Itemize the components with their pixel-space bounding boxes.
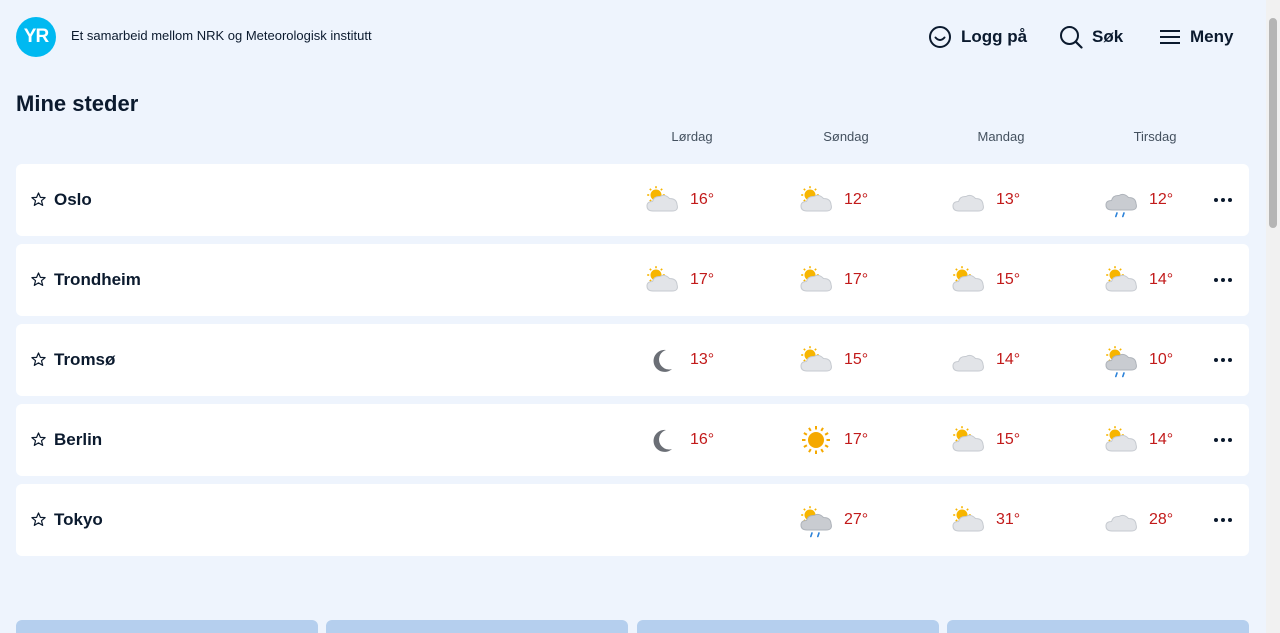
site-header: YR Et samarbeid mellom NRK og Meteorolog…	[0, 0, 1266, 80]
bottom-card[interactable]	[326, 620, 628, 633]
bottom-card[interactable]	[947, 620, 1249, 633]
menu-button[interactable]: Meny	[1159, 24, 1233, 50]
search-label: Søk	[1092, 27, 1124, 46]
forecast-cell[interactable]: 16°	[644, 418, 784, 462]
location-row[interactable]: Tokyo 27° 31° 28°	[16, 484, 1249, 556]
search-button[interactable]: Søk	[1059, 24, 1123, 50]
more-options-icon[interactable]	[1213, 192, 1233, 208]
login-button[interactable]: Logg på	[928, 24, 1027, 50]
forecast-cell[interactable]: 31°	[950, 498, 1090, 542]
partly-cloudy-icon	[952, 266, 984, 292]
temperature: 12°	[844, 191, 869, 208]
day-header-3: Mandag	[977, 129, 1025, 144]
scrollbar[interactable]	[1266, 0, 1280, 633]
temperature: 10°	[1149, 351, 1174, 368]
moon-icon	[653, 429, 672, 452]
hamburger-icon	[1160, 30, 1180, 44]
temperature: 17°	[844, 271, 869, 288]
temperature: 13°	[690, 351, 715, 368]
temperature: 16°	[690, 191, 715, 208]
temperature: 14°	[1149, 431, 1174, 448]
star-icon[interactable]	[30, 271, 47, 288]
partly-cloudy-icon	[800, 346, 832, 372]
temperature: 13°	[996, 191, 1021, 208]
partly-cloudy-icon	[800, 186, 832, 212]
star-icon[interactable]	[30, 431, 47, 448]
more-options-icon[interactable]	[1213, 432, 1233, 448]
partly-cloudy-icon	[952, 426, 984, 452]
forecast-cell[interactable]: 12°	[798, 178, 938, 222]
more-options-icon[interactable]	[1213, 352, 1233, 368]
bottom-card[interactable]	[16, 620, 318, 633]
forecast-cell[interactable]: 15°	[950, 258, 1090, 302]
forecast-cell[interactable]: 13°	[644, 338, 784, 382]
partly-cloudy-icon	[1105, 266, 1137, 292]
partly-cloudy-icon	[646, 266, 678, 292]
forecast-cell[interactable]: 16°	[644, 178, 784, 222]
location-name[interactable]: Trondheim	[54, 270, 141, 290]
day-header-1: Lørdag	[671, 129, 713, 144]
location-row[interactable]: Trondheim 17° 17° 15° 14°	[16, 244, 1249, 316]
temperature: 17°	[690, 271, 715, 288]
day-header-2: Søndag	[823, 129, 869, 144]
forecast-cell[interactable]: 15°	[798, 338, 938, 382]
temperature: 16°	[690, 431, 715, 448]
temperature: 15°	[996, 271, 1021, 288]
forecast-cell[interactable]: 13°	[950, 178, 1090, 222]
temperature: 12°	[1149, 191, 1174, 208]
temperature: 28°	[1149, 511, 1174, 528]
temperature: 15°	[844, 351, 869, 368]
header-tagline: Et samarbeid mellom NRK og Meteorologisk…	[71, 28, 372, 43]
login-label: Logg på	[961, 27, 1028, 46]
star-icon[interactable]	[30, 191, 47, 208]
temperature: 14°	[996, 351, 1021, 368]
sun-rain-cloud-icon	[1105, 346, 1137, 378]
star-icon[interactable]	[30, 511, 47, 528]
cloud-icon	[1105, 514, 1137, 532]
moon-icon	[653, 349, 672, 372]
sun-rain-cloud-icon	[800, 506, 832, 538]
search-icon	[1060, 26, 1083, 49]
location-name[interactable]: Oslo	[54, 190, 92, 210]
temperature: 31°	[996, 511, 1021, 528]
cloud-icon	[952, 194, 984, 212]
rain-cloud-icon	[1105, 193, 1137, 218]
forecast-cell[interactable]: 17°	[798, 418, 938, 462]
page-title: Mine steder	[16, 91, 139, 116]
partly-cloudy-icon	[1105, 426, 1137, 452]
forecast-cell[interactable]: 27°	[798, 498, 938, 542]
location-row[interactable]: Berlin 16° 17° 15° 14°	[16, 404, 1249, 476]
scrollbar-thumb[interactable]	[1269, 18, 1277, 228]
star-icon[interactable]	[30, 351, 47, 368]
forecast-cell[interactable]: 17°	[644, 258, 784, 302]
more-options-icon[interactable]	[1213, 512, 1233, 528]
temperature: 15°	[996, 431, 1021, 448]
location-name[interactable]: Tromsø	[54, 350, 115, 370]
location-name[interactable]: Tokyo	[54, 510, 103, 530]
partly-cloudy-icon	[646, 186, 678, 212]
smiley-icon	[929, 26, 951, 48]
bottom-card[interactable]	[637, 620, 939, 633]
location-name[interactable]: Berlin	[54, 430, 102, 450]
forecast-cell[interactable]: 15°	[950, 418, 1090, 462]
forecast-cell[interactable]: 17°	[798, 258, 938, 302]
yr-logo[interactable]: YR	[16, 17, 56, 57]
forecast-cell[interactable]: 14°	[950, 338, 1090, 382]
more-options-icon[interactable]	[1213, 272, 1233, 288]
cloud-icon	[952, 354, 984, 372]
temperature: 17°	[844, 431, 869, 448]
location-row[interactable]: Tromsø 13° 15° 14° 10°	[16, 324, 1249, 396]
menu-label: Meny	[1190, 27, 1234, 46]
temperature: 14°	[1149, 271, 1174, 288]
location-row[interactable]: Oslo 16° 12° 13° 12°	[16, 164, 1249, 236]
sun-icon	[802, 426, 830, 454]
day-header-4: Tirsdag	[1133, 129, 1177, 144]
partly-cloudy-icon	[800, 266, 832, 292]
partly-cloudy-icon	[952, 506, 984, 532]
temperature: 27°	[844, 511, 869, 528]
